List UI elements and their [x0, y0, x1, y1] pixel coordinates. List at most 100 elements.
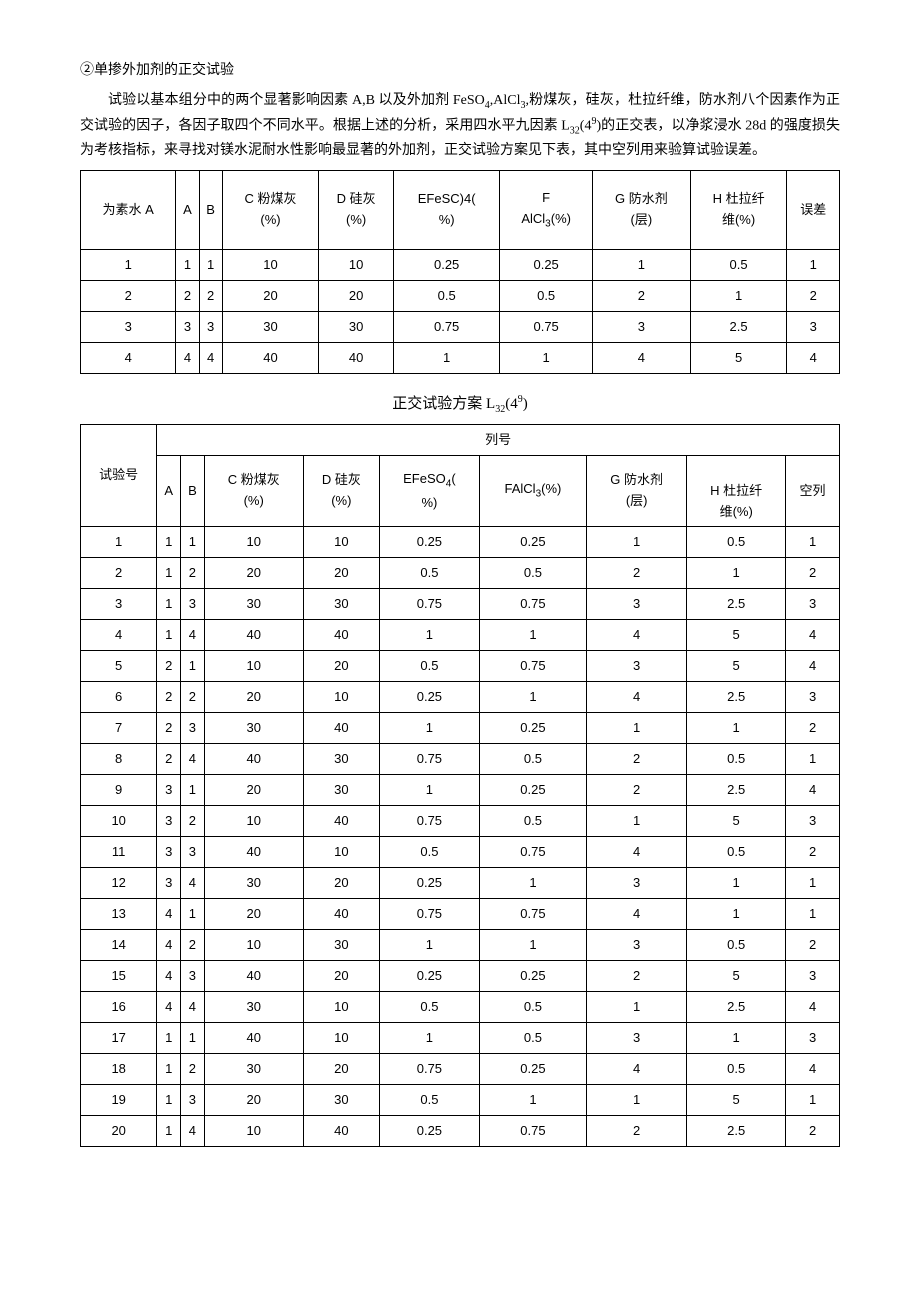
cell: 1: [786, 899, 840, 930]
cell: 3: [181, 589, 205, 620]
cell: 15: [81, 961, 157, 992]
cell: 5: [687, 961, 786, 992]
cell: 10: [204, 930, 303, 961]
table-row: 134120400.750.75411: [81, 899, 840, 930]
cell: 10: [81, 806, 157, 837]
cell: 40: [204, 744, 303, 775]
cell: 0.75: [479, 837, 586, 868]
cell: 4: [587, 682, 687, 713]
table-row: 191320300.51151: [81, 1085, 840, 1116]
table-row: 113340100.50.7540.52: [81, 837, 840, 868]
col-header: 误差: [787, 171, 840, 250]
cell: 10: [303, 1023, 379, 1054]
cell: 3: [181, 961, 205, 992]
cell: 0.5: [687, 744, 786, 775]
cell: 3: [157, 806, 181, 837]
table-row: 11110100.250.2510.51: [81, 527, 840, 558]
cell: 0.5: [690, 250, 787, 281]
cell: 4: [786, 775, 840, 806]
cell: 1: [690, 281, 787, 312]
cell: 3: [81, 589, 157, 620]
table-row: 1 1 1 10 10 0.25 0.25 1 0.5 1: [81, 250, 840, 281]
cell: 30: [204, 589, 303, 620]
cell: 5: [687, 1085, 786, 1116]
cell: 20: [303, 961, 379, 992]
cell: 10: [303, 992, 379, 1023]
cell: 4: [786, 992, 840, 1023]
cell: 1: [479, 868, 586, 899]
cell: 0.5: [380, 992, 480, 1023]
cell: 2.5: [687, 992, 786, 1023]
cell: 1: [380, 775, 480, 806]
cell: 1: [587, 806, 687, 837]
cell: 4: [176, 343, 199, 374]
para-part4: (4: [580, 119, 592, 134]
col-header: FAlCl3(%): [500, 171, 593, 250]
cell: 10: [303, 682, 379, 713]
cell: 4: [181, 744, 205, 775]
cell: 4: [181, 868, 205, 899]
cell: 1: [786, 868, 840, 899]
col-header: G 防水剂(层): [592, 171, 690, 250]
cell: 0.75: [479, 899, 586, 930]
cell: 1: [157, 1023, 181, 1054]
cell: 4: [786, 1054, 840, 1085]
cell: 1: [176, 250, 199, 281]
cell: 11: [81, 837, 157, 868]
cell: 4: [587, 1054, 687, 1085]
col-header: 为素水 A: [81, 171, 176, 250]
cell: 2: [786, 558, 840, 589]
cell: 2: [157, 682, 181, 713]
cell: 0.5: [479, 1023, 586, 1054]
cell: 14: [81, 930, 157, 961]
cell: 20: [303, 558, 379, 589]
cell: 30: [204, 713, 303, 744]
cell: 0.75: [500, 312, 593, 343]
cell: 0.75: [380, 806, 480, 837]
cell: 20: [222, 281, 319, 312]
cell: 2: [181, 558, 205, 589]
cell: 20: [303, 868, 379, 899]
cell: 1: [380, 1023, 480, 1054]
cell: 1: [380, 713, 480, 744]
cell: 40: [204, 961, 303, 992]
cell: 30: [303, 744, 379, 775]
table-row: 62220100.25142.53: [81, 682, 840, 713]
cell: 2: [787, 281, 840, 312]
cell: 10: [303, 837, 379, 868]
cell: 2.5: [687, 682, 786, 713]
cell: 4: [181, 620, 205, 651]
cell: 1: [787, 250, 840, 281]
cell: 1: [81, 250, 176, 281]
cell: 4: [587, 837, 687, 868]
cell: 4: [587, 899, 687, 930]
cell: 0.75: [380, 744, 480, 775]
cell: 10: [204, 806, 303, 837]
cell: 3: [592, 312, 690, 343]
cell: 3: [786, 682, 840, 713]
cell: 3: [587, 868, 687, 899]
cell: 30: [204, 1054, 303, 1085]
cell: 18: [81, 1054, 157, 1085]
cell: 0.75: [380, 589, 480, 620]
cell: 3: [587, 1023, 687, 1054]
cell: 0.5: [380, 1085, 480, 1116]
table-row: 723304010.25112: [81, 713, 840, 744]
cell: 0.25: [380, 1116, 480, 1147]
col-header: D 硅灰(%): [303, 456, 379, 527]
cell: 4: [157, 899, 181, 930]
cell: 0.5: [479, 744, 586, 775]
cell: 1: [479, 1085, 586, 1116]
cell: 13: [81, 899, 157, 930]
cell: 2: [157, 744, 181, 775]
cell: 3: [786, 1023, 840, 1054]
cell: 20: [303, 1054, 379, 1085]
table-row: 103210400.750.5153: [81, 806, 840, 837]
cell: 3: [157, 837, 181, 868]
cell: 0.25: [479, 1054, 586, 1085]
table-col-header-row: A B C 粉煤灰(%) D 硅灰(%) EFeSO4(%) FAlCl3(%)…: [81, 456, 840, 527]
cell: 3: [157, 775, 181, 806]
table-row: 3 3 3 30 30 0.75 0.75 3 2.5 3: [81, 312, 840, 343]
cell: 1: [380, 620, 480, 651]
cell: 3: [157, 868, 181, 899]
